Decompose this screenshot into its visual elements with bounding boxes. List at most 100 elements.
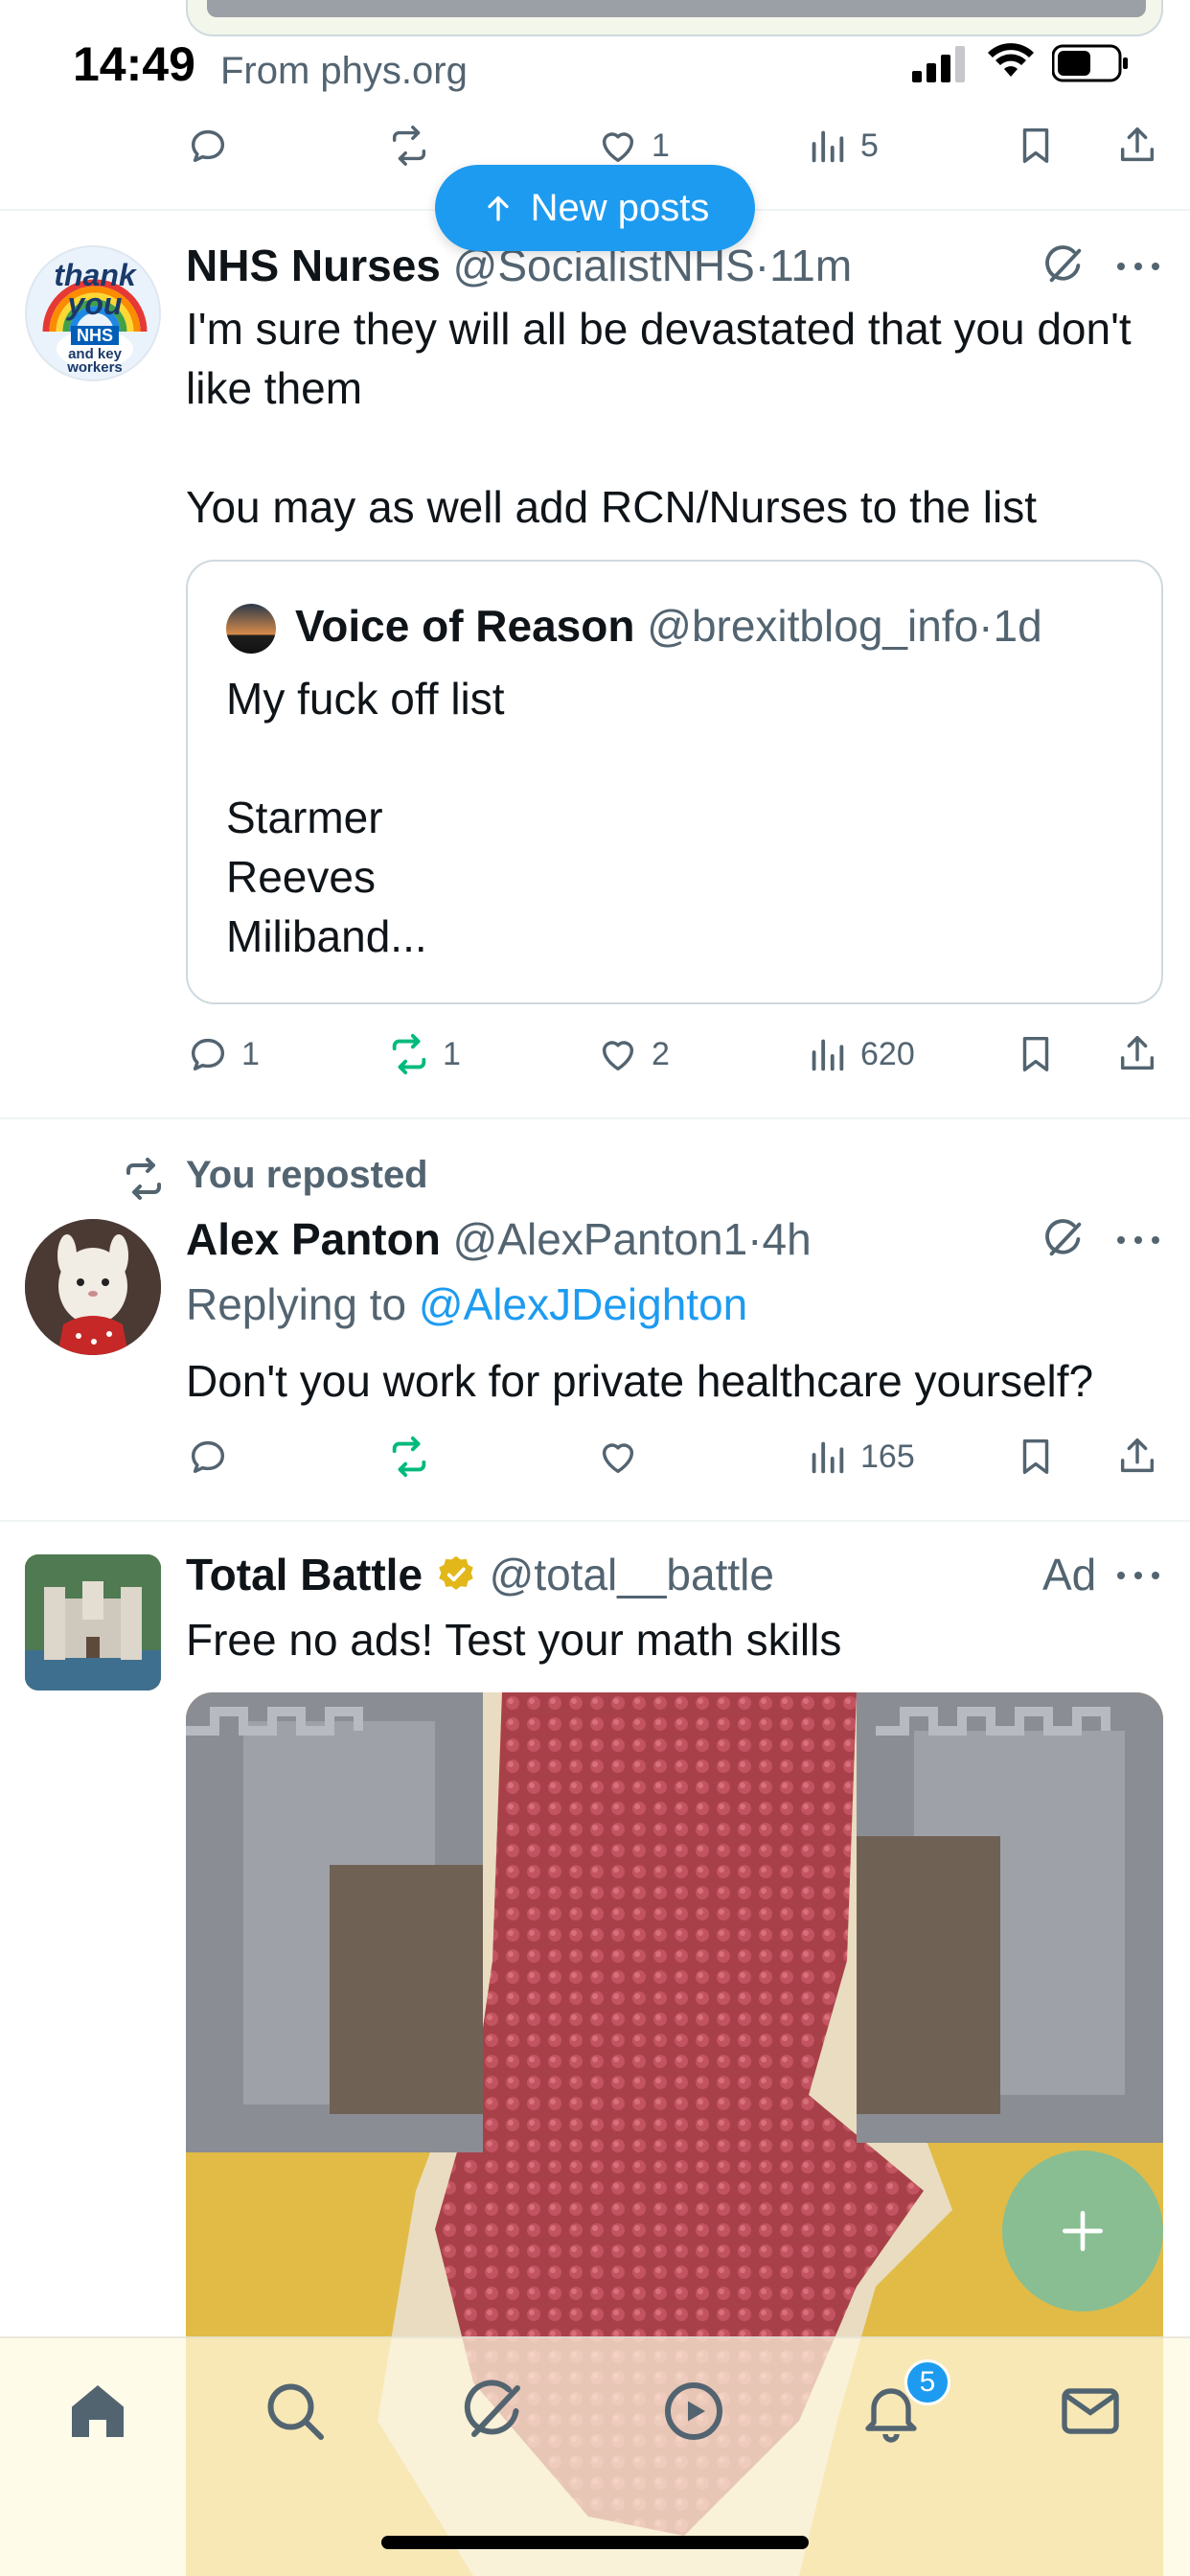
like-button[interactable] xyxy=(596,1428,640,1485)
bookmark-button[interactable] xyxy=(1014,1025,1058,1083)
bookmark-icon xyxy=(1022,1036,1049,1072)
views-button[interactable]: 5 xyxy=(805,117,879,174)
new-posts-label: New posts xyxy=(530,186,710,229)
home-indicator[interactable] xyxy=(381,2536,809,2549)
share-button[interactable] xyxy=(1115,117,1159,174)
reply-icon xyxy=(191,1440,225,1474)
separator-dot: · xyxy=(747,1214,763,1264)
view-count: 620 xyxy=(860,1035,915,1072)
grok-icon[interactable] xyxy=(1042,1217,1087,1261)
share-icon xyxy=(1120,1438,1155,1473)
quote-avatar[interactable] xyxy=(226,604,276,654)
repost-icon xyxy=(392,126,426,166)
separator-dot: · xyxy=(754,241,770,290)
post-header: Total Battle @total__battle xyxy=(186,1549,774,1600)
divider xyxy=(0,1117,1190,1119)
like-count: 2 xyxy=(652,1035,670,1072)
views-icon xyxy=(812,1039,844,1071)
view-count: 165 xyxy=(860,1438,915,1475)
author-name[interactable]: NHS Nurses xyxy=(186,241,441,290)
reply-button[interactable]: 1 xyxy=(186,1025,260,1083)
bookmark-icon xyxy=(1022,1438,1049,1475)
avatar-image xyxy=(25,1554,161,1690)
post-time[interactable]: 4h xyxy=(763,1214,812,1264)
more-icon[interactable] xyxy=(1115,257,1161,276)
like-icon xyxy=(602,132,634,163)
bookmark-button[interactable] xyxy=(1014,117,1058,174)
post-header: Alex Panton @AlexPanton1·4h xyxy=(186,1213,812,1265)
reply-icon xyxy=(191,129,225,163)
repost-button[interactable] xyxy=(387,117,431,174)
more-icon[interactable] xyxy=(1115,1566,1161,1585)
replying-to-link[interactable]: @AlexJDeighton xyxy=(419,1279,747,1329)
author-name[interactable]: Total Battle xyxy=(186,1550,423,1599)
reply-count: 1 xyxy=(241,1035,260,1072)
quoted-post[interactable]: Voice of Reason @brexitblog_info·1d My f… xyxy=(186,560,1163,1004)
new-posts-button[interactable]: New posts xyxy=(435,165,755,251)
author-handle[interactable]: @total__battle xyxy=(490,1550,774,1599)
signal-icon xyxy=(912,46,965,82)
views-button[interactable]: 620 xyxy=(805,1025,915,1083)
post-text: I'm sure they will all be devastated tha… xyxy=(186,304,1132,532)
compose-button[interactable] xyxy=(1002,2150,1163,2312)
views-icon xyxy=(812,130,844,163)
quote-author-handle: @brexitblog_info xyxy=(647,601,979,651)
views-icon xyxy=(812,1441,844,1474)
view-count: 5 xyxy=(860,126,879,164)
like-button[interactable]: 2 xyxy=(596,1025,670,1083)
grok-icon[interactable] xyxy=(1042,243,1087,288)
mail-icon[interactable] xyxy=(1056,2377,1125,2446)
avatar[interactable]: thank you NHS and key workers xyxy=(25,245,161,381)
verified-icon xyxy=(439,1555,473,1590)
quote-author-name: Voice of Reason xyxy=(295,601,635,651)
video-icon[interactable] xyxy=(659,2377,728,2446)
back-to-source-link[interactable]: From phys.org xyxy=(220,50,468,93)
ad-label: Ad xyxy=(1042,1550,1097,1599)
post-text: Don't you work for private healthcare yo… xyxy=(186,1356,1094,1406)
quote-text: My fuck off list Starmer Reeves Miliband… xyxy=(226,674,505,961)
avatar[interactable] xyxy=(25,1554,161,1690)
share-button[interactable] xyxy=(1115,1428,1159,1485)
more-icon[interactable] xyxy=(1115,1230,1161,1250)
bookmark-icon xyxy=(1022,127,1049,164)
arrow-up-icon xyxy=(487,196,509,221)
reply-button[interactable] xyxy=(186,1428,230,1485)
avatar-text: you xyxy=(67,287,123,321)
post-actions: 1 1 2 620 xyxy=(186,1025,1163,1083)
replying-to: Replying to @AlexJDeighton xyxy=(186,1278,747,1330)
battery-icon xyxy=(1052,44,1128,82)
search-icon[interactable] xyxy=(261,2377,330,2446)
like-icon xyxy=(602,1443,634,1474)
grok-tab-icon[interactable] xyxy=(460,2377,529,2446)
previous-post-image[interactable] xyxy=(186,0,1163,36)
home-icon[interactable] xyxy=(63,2377,132,2446)
quote-header: Voice of Reason @brexitblog_info·1d xyxy=(295,600,1042,652)
repost-icon xyxy=(126,1158,161,1200)
repost-button[interactable] xyxy=(387,1428,431,1485)
repost-button[interactable]: 1 xyxy=(387,1025,461,1083)
share-icon xyxy=(1120,127,1155,162)
bookmark-button[interactable] xyxy=(1014,1428,1058,1485)
avatar-text: thank xyxy=(54,258,136,292)
like-count: 1 xyxy=(652,126,670,164)
separator-dot: · xyxy=(978,601,994,651)
notification-badge: 5 xyxy=(904,2359,950,2405)
reply-icon xyxy=(191,1038,225,1071)
repost-count: 1 xyxy=(443,1035,461,1072)
avatar[interactable] xyxy=(25,1219,161,1355)
quote-time: 1d xyxy=(993,601,1042,651)
views-button[interactable]: 165 xyxy=(805,1428,915,1485)
share-icon xyxy=(1120,1036,1155,1070)
reply-button[interactable] xyxy=(186,117,230,174)
post-text: Free no ads! Test your math skills xyxy=(186,1615,842,1665)
repost-icon xyxy=(392,1436,426,1478)
author-handle[interactable]: @AlexPanton1 xyxy=(453,1214,748,1264)
post-time[interactable]: 11m xyxy=(769,241,852,290)
avatar-text: workers xyxy=(67,359,123,376)
repost-context[interactable]: You reposted xyxy=(186,1154,428,1197)
avatar-image xyxy=(25,1219,161,1355)
plus-icon xyxy=(1063,2211,1103,2251)
share-button[interactable] xyxy=(1115,1025,1159,1083)
status-time: 14:49 xyxy=(73,37,195,91)
author-name[interactable]: Alex Panton xyxy=(186,1214,441,1264)
